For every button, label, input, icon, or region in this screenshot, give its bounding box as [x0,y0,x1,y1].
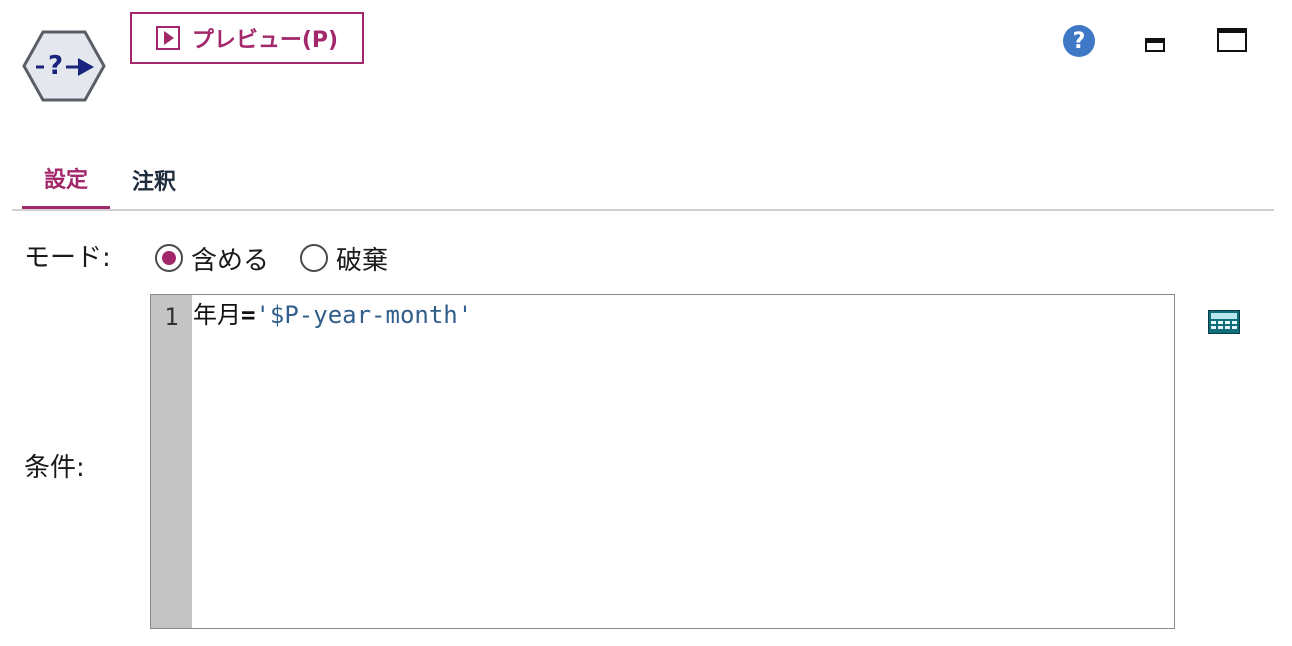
play-icon [155,26,180,50]
tab-divider [12,209,1274,211]
mode-include-radio[interactable]: 含める [155,240,269,276]
help-icon[interactable]: ? [1063,25,1095,57]
maximize-icon[interactable] [1217,28,1247,52]
svg-text:?: ? [48,51,63,81]
code-operator: = [241,301,256,329]
expression-builder-icon[interactable] [1208,310,1240,334]
minimize-icon[interactable] [1145,38,1165,52]
preview-button-label: プレビュー(P) [191,28,339,53]
select-node-icon: ? [22,30,106,102]
radio-button-unchecked[interactable] [300,244,328,272]
tab-settings[interactable]: 設定 [22,150,110,210]
mode-discard-label: 破棄 [336,245,389,276]
code-string: '$P-year-month' [255,301,473,329]
mode-label: モード: [24,243,111,273]
line-gutter [151,295,192,628]
mode-include-label: 含める [191,245,270,276]
condition-label: 条件: [24,453,85,483]
tab-annotations[interactable]: 注釈 [110,150,198,210]
code-identifier: 年月 [193,301,241,329]
code-line[interactable]: 年月='$P-year-month' [193,299,472,331]
condition-editor[interactable]: 1 年月='$P-year-month' [150,294,1175,629]
mode-discard-radio[interactable]: 破棄 [300,240,388,276]
line-number: 1 [164,303,179,331]
preview-button[interactable]: プレビュー(P) [130,12,364,64]
radio-button-checked[interactable] [155,244,183,272]
